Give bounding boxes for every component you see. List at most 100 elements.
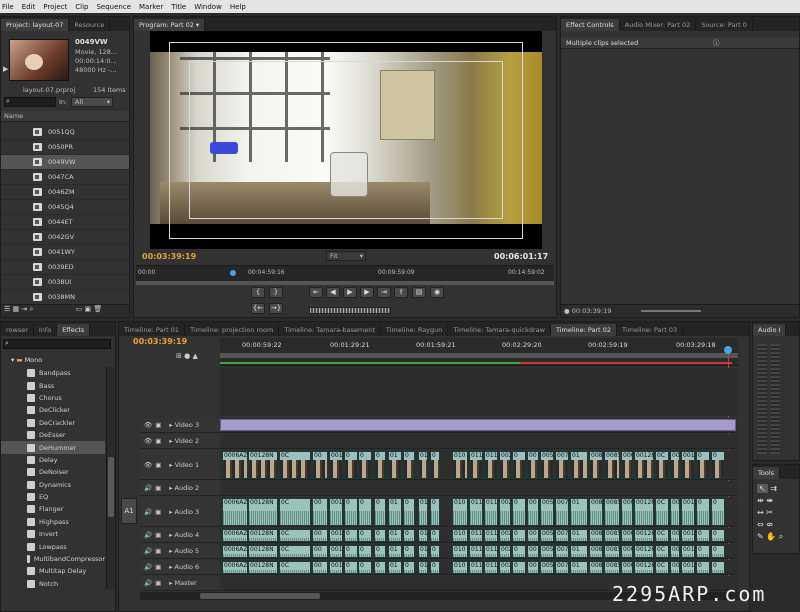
- audio-clip[interactable]: 00: [670, 545, 680, 558]
- audio-clip[interactable]: 011: [484, 498, 498, 526]
- audio-clip[interactable]: 0: [430, 498, 440, 526]
- video-clip[interactable]: 0: [512, 451, 526, 479]
- audio-clip[interactable]: 00128N: [634, 498, 654, 526]
- audio-clip[interactable]: 0076: [555, 529, 569, 542]
- audio-clip[interactable]: 00: [670, 529, 680, 542]
- tab-browser[interactable]: rowser: [1, 324, 34, 336]
- project-item[interactable]: 0044ET: [1, 215, 129, 230]
- audio-clip[interactable]: 001: [681, 561, 695, 574]
- audio-clip[interactable]: 0: [512, 529, 526, 542]
- project-item[interactable]: 0047CA: [1, 170, 129, 185]
- video-clip[interactable]: 001: [681, 451, 695, 479]
- audio-clip[interactable]: 01: [388, 561, 402, 574]
- effect-item[interactable]: Highpass: [1, 516, 105, 528]
- menu-window[interactable]: Window: [194, 3, 222, 11]
- track-header[interactable]: 🔊 ▣ ▸ Audio 6: [140, 560, 220, 575]
- audio-clip[interactable]: 014: [418, 545, 428, 558]
- audio-clip[interactable]: 00128N: [634, 561, 654, 574]
- audio-clip[interactable]: 0C: [279, 529, 311, 542]
- eye-icon[interactable]: 🔊: [144, 563, 152, 571]
- video-clip[interactable]: 0: [344, 451, 358, 479]
- zoom-tool-icon[interactable]: ⌕: [779, 532, 783, 541]
- audio-clip[interactable]: 008: [589, 498, 603, 526]
- collapse-icon[interactable]: ▸: [169, 437, 172, 445]
- project-item[interactable]: 0042GV: [1, 230, 129, 245]
- mark-in-button[interactable]: {: [251, 287, 265, 298]
- menu-clip[interactable]: Clip: [75, 3, 88, 11]
- video-clip[interactable]: 0: [403, 451, 415, 479]
- hand-tool-icon[interactable]: ✋: [766, 532, 776, 541]
- effects-scroll-thumb[interactable]: [108, 457, 114, 517]
- audio-clip[interactable]: 00: [527, 498, 539, 526]
- collapse-icon[interactable]: ▸: [169, 421, 172, 429]
- audio-clip[interactable]: 010: [452, 498, 468, 526]
- project-item[interactable]: 0038MN: [1, 290, 129, 305]
- effect-zoom-slider[interactable]: [641, 310, 701, 312]
- video-clip[interactable]: 0: [711, 451, 725, 479]
- audio-clip[interactable]: 0: [403, 545, 415, 558]
- video-clip[interactable]: 0: [358, 451, 372, 479]
- effect-item[interactable]: DeHummer: [1, 441, 105, 454]
- find-icon[interactable]: ⌕: [29, 305, 33, 313]
- video-clip[interactable]: 001: [329, 451, 343, 479]
- tab-timeline[interactable]: Timeline: Part 01: [119, 324, 186, 336]
- project-item[interactable]: 0049VW: [1, 155, 129, 170]
- playhead-handle[interactable]: [724, 346, 732, 354]
- audio-clip[interactable]: 0006AZ: [222, 561, 248, 574]
- audio-clip[interactable]: 0085: [604, 561, 620, 574]
- video-clip[interactable]: 00: [312, 451, 328, 479]
- audio-clip[interactable]: 005351: [540, 529, 554, 542]
- export-frame-button[interactable]: ◉: [430, 287, 444, 298]
- audio-clip[interactable]: 0: [374, 561, 386, 574]
- tab-timeline[interactable]: Timeline: Raygun: [381, 324, 449, 336]
- audio-clip[interactable]: 0: [711, 545, 725, 558]
- collapse-icon[interactable]: ▸: [169, 563, 172, 571]
- audio-clip[interactable]: 01: [570, 561, 588, 574]
- audio-clip[interactable]: 0: [403, 529, 415, 542]
- slide-tool-icon[interactable]: ⇎: [766, 520, 773, 529]
- video-clip[interactable]: 0C: [655, 451, 669, 479]
- pen-tool-icon[interactable]: ✎: [757, 532, 764, 541]
- video-clip[interactable]: 010: [452, 451, 468, 479]
- info-icon[interactable]: ⓘ: [713, 37, 720, 49]
- effect-item[interactable]: Multitap Delay: [1, 565, 105, 577]
- tab-timeline[interactable]: Timeline: Part 02: [550, 324, 618, 336]
- track-select-tool-icon[interactable]: ⇉: [770, 484, 777, 493]
- eye-icon[interactable]: 🔊: [144, 508, 152, 516]
- tab-program[interactable]: Program: Part 02 ▾: [134, 19, 206, 31]
- lock-icon[interactable]: ▣: [155, 563, 161, 571]
- collapse-icon[interactable]: ▸: [169, 484, 172, 492]
- eye-icon[interactable]: 🔊: [144, 484, 152, 492]
- razor-tool-icon[interactable]: ✂: [766, 508, 773, 517]
- effect-item[interactable]: Invert: [1, 528, 105, 540]
- zoom-scroll[interactable]: [136, 281, 554, 285]
- automate-icon[interactable]: ⇥: [21, 305, 27, 313]
- audio-clip[interactable]: 014: [418, 529, 428, 542]
- play-icon[interactable]: ▶: [3, 65, 8, 73]
- eye-icon[interactable]: 👁: [144, 421, 152, 429]
- ripple-edit-tool-icon[interactable]: ⇹: [757, 496, 764, 505]
- audio-clip[interactable]: 001: [329, 529, 343, 542]
- video-clip[interactable]: 0085: [604, 451, 620, 479]
- program-timecode[interactable]: 00:03:39:19: [142, 252, 196, 261]
- audio-clip[interactable]: 00: [312, 545, 328, 558]
- audio-clip[interactable]: 011: [484, 561, 498, 574]
- audio-clip[interactable]: 00229: [499, 561, 511, 574]
- lock-icon[interactable]: ▣: [155, 547, 161, 555]
- video-clip[interactable]: 0: [374, 451, 386, 479]
- menu-file[interactable]: File: [2, 3, 14, 11]
- menu-edit[interactable]: Edit: [22, 3, 36, 11]
- audio-clip[interactable]: 0006AZ: [621, 545, 633, 558]
- lock-icon[interactable]: ▣: [155, 508, 161, 516]
- icon-view-icon[interactable]: ▦: [13, 305, 20, 313]
- audio-clip[interactable]: 0: [711, 561, 725, 574]
- eye-icon[interactable]: 🔊: [144, 547, 152, 555]
- audio-clip[interactable]: 0C: [655, 498, 669, 526]
- effect-item[interactable]: DeEsser: [1, 429, 105, 441]
- tab-source[interactable]: Source: Part 0: [696, 19, 753, 31]
- effect-item[interactable]: Chorus: [1, 392, 105, 404]
- audio-clip[interactable]: 00: [527, 529, 539, 542]
- video-clip[interactable]: 005351: [540, 451, 554, 479]
- audio-clip[interactable]: 00: [670, 498, 680, 526]
- marker-icon[interactable]: ●: [184, 352, 190, 360]
